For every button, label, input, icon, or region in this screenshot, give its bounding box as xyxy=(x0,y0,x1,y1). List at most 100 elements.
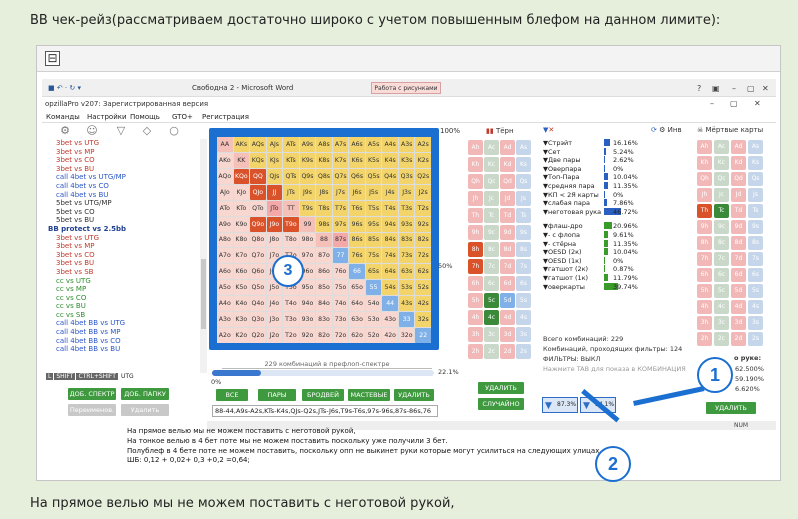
hand-cell[interactable]: 52o xyxy=(365,328,382,343)
hand-cell[interactable]: Q7o xyxy=(250,248,266,264)
dead-card[interactable]: 5h xyxy=(697,284,712,298)
hand-cell[interactable]: 99 xyxy=(299,216,316,232)
hand-cell[interactable]: 84s xyxy=(382,232,398,248)
hand-cell[interactable]: KTo xyxy=(233,200,250,216)
remove-button[interactable]: Удалить xyxy=(121,404,169,416)
hand-cell[interactable]: T5s xyxy=(365,200,382,216)
hand-cell[interactable]: 62o xyxy=(349,328,365,343)
hand-cell[interactable]: K3o xyxy=(233,312,250,328)
hand-cell[interactable]: T3o xyxy=(283,312,299,328)
hand-cell[interactable]: T8o xyxy=(283,232,299,248)
hand-cell[interactable]: 75s xyxy=(365,248,382,264)
hand-cell[interactable]: J3o xyxy=(266,312,283,328)
users-icon[interactable]: ☺ xyxy=(85,124,99,137)
hand-cell[interactable]: 87s xyxy=(332,232,349,248)
hand-cell[interactable]: Q3o xyxy=(250,312,266,328)
hand-cell[interactable]: QQ xyxy=(250,168,266,184)
hand-cell[interactable]: A3o xyxy=(217,312,233,328)
turn-card[interactable]: 5c xyxy=(484,293,499,308)
hand-cell[interactable]: K2o xyxy=(233,328,250,343)
hand-cell[interactable]: AKs xyxy=(233,137,250,152)
dead-card[interactable]: As xyxy=(748,140,763,154)
hand-cell[interactable]: AJo xyxy=(217,184,233,200)
hand-cell[interactable]: J9s xyxy=(299,184,316,200)
hand-cell[interactable]: Q8s xyxy=(316,168,332,184)
turn-card[interactable]: 9h xyxy=(468,225,483,240)
stat-label[interactable]: ▼неготовая рука xyxy=(543,208,601,216)
hand-cell[interactable]: A6o xyxy=(217,264,233,280)
hand-cell[interactable]: 73o xyxy=(332,312,349,328)
hand-cell[interactable]: 98s xyxy=(316,216,332,232)
hand-cell[interactable]: KQs xyxy=(250,152,266,168)
tree-item[interactable]: cc vs MP xyxy=(42,285,203,294)
dead-card[interactable]: 7c xyxy=(714,252,729,266)
hand-cell[interactable]: A2s xyxy=(415,137,431,152)
stat-label[interactable]: ▼Сет xyxy=(543,148,560,156)
hand-cell[interactable]: 94s xyxy=(382,216,398,232)
dead-card[interactable]: 2h xyxy=(697,332,712,346)
tree-item[interactable]: cc vs BU xyxy=(42,302,203,311)
dead-card[interactable]: 8s xyxy=(748,236,763,250)
dead-card[interactable]: Qc xyxy=(714,172,729,186)
tree-item[interactable]: 5bet vs BU xyxy=(42,216,203,225)
turn-card[interactable]: 7h xyxy=(468,259,483,274)
hand-cell[interactable]: 76o xyxy=(332,264,349,280)
hand-cell[interactable]: T9s xyxy=(299,200,316,216)
hand-cell[interactable]: 42s xyxy=(415,296,431,312)
hand-cell[interactable]: AKo xyxy=(217,152,233,168)
turn-card[interactable]: Kc xyxy=(484,157,499,172)
menu-commands[interactable]: Команды xyxy=(46,113,80,121)
hand-cell[interactable]: 32o xyxy=(398,328,415,343)
dead-card[interactable]: Kh xyxy=(697,156,712,170)
dead-card[interactable]: 4d xyxy=(731,300,746,314)
hand-cell[interactable]: J5s xyxy=(365,184,382,200)
dead-card[interactable]: Ad xyxy=(731,140,746,154)
hand-cell[interactable]: J2o xyxy=(266,328,283,343)
hand-cell[interactable]: 44 xyxy=(382,296,398,312)
hand-cell[interactable]: TT xyxy=(283,200,299,216)
tree-item[interactable]: 3bet vs BU xyxy=(42,165,203,174)
turn-card[interactable]: 4s xyxy=(516,310,531,325)
dead-card[interactable]: 6h xyxy=(697,268,712,282)
dead-card[interactable]: 5d xyxy=(731,284,746,298)
suited-button[interactable]: МАСТЕВЫЕ xyxy=(348,389,390,401)
hand-cell[interactable]: JJ xyxy=(266,184,283,200)
stat-label[interactable]: ▼гатшот (2к) xyxy=(543,265,588,273)
add-folder-button[interactable]: ДОБ. ПАПКУ xyxy=(121,388,169,400)
hand-cell[interactable]: K8o xyxy=(233,232,250,248)
stat-label[interactable]: ▼Оверпара xyxy=(543,165,581,173)
turn-card[interactable]: As xyxy=(516,140,531,155)
hand-cell[interactable]: 65o xyxy=(349,280,365,296)
hand-cell[interactable]: QJs xyxy=(266,168,283,184)
tree-item[interactable]: cc vs CO xyxy=(42,294,203,303)
dead-card[interactable]: 9s xyxy=(748,220,763,234)
hand-cell[interactable]: 55 xyxy=(365,280,382,296)
dead-card[interactable]: 3h xyxy=(697,316,712,330)
tree-item[interactable]: call 4bet BB vs BU xyxy=(42,345,203,354)
dead-card[interactable]: Qh xyxy=(697,172,712,186)
hand-cell[interactable]: 32s xyxy=(415,312,431,328)
hand-cell[interactable]: 77 xyxy=(332,248,349,264)
turn-card[interactable]: Th xyxy=(468,208,483,223)
hand-cell[interactable]: J8s xyxy=(316,184,332,200)
hand-cell[interactable]: 64o xyxy=(349,296,365,312)
hand-cell[interactable]: KTs xyxy=(283,152,299,168)
restore-icon[interactable]: ▢ xyxy=(747,84,755,93)
stat-label[interactable]: ▼Стрэйт xyxy=(543,139,572,147)
hand-cell[interactable]: J4o xyxy=(266,296,283,312)
hand-cell[interactable]: QTs xyxy=(283,168,299,184)
hand-cell[interactable]: T8s xyxy=(316,200,332,216)
broadway-button[interactable]: БРОДВЕЙ xyxy=(302,389,344,401)
hand-cell[interactable]: 52s xyxy=(415,280,431,296)
hand-cell[interactable]: AJs xyxy=(266,137,283,152)
hand-cell[interactable]: 98o xyxy=(299,232,316,248)
hand-cell[interactable]: 94o xyxy=(299,296,316,312)
hand-cell[interactable]: K6s xyxy=(349,152,365,168)
hand-cell[interactable]: A8o xyxy=(217,232,233,248)
stat-label[interactable]: ▼гатшот (1к) xyxy=(543,274,588,282)
hand-cell[interactable]: K5o xyxy=(233,280,250,296)
hand-cell[interactable]: J7s xyxy=(332,184,349,200)
dead-card[interactable]: Jd xyxy=(731,188,746,202)
tree-item[interactable]: 3bet vs UTG xyxy=(42,139,203,148)
hand-cell[interactable]: K3s xyxy=(398,152,415,168)
